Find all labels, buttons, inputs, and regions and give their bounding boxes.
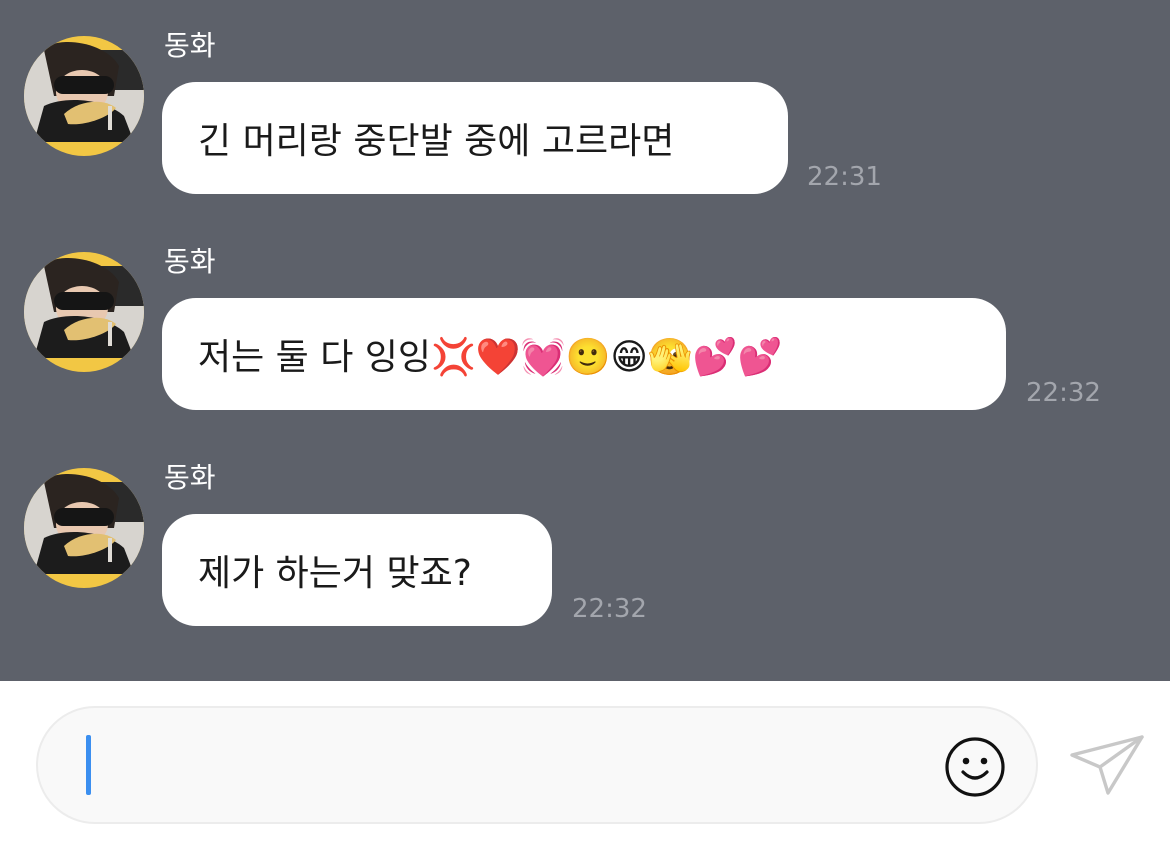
message-row: 동화 제가 하는거 맞죠? 22:32: [0, 460, 1170, 660]
message-timestamp: 22:32: [1026, 378, 1101, 408]
smiley-icon[interactable]: [944, 736, 1006, 798]
message-row: 동화 저는 둘 다 잉잉💢❤️💓🙂😁🫣💕💕 22:32: [0, 244, 1170, 444]
chat-area[interactable]: 동화 긴 머리랑 중단발 중에 고르라면 22:31 동화 저는 둘 다 잉잉💢…: [0, 0, 1170, 681]
message-timestamp: 22:31: [807, 162, 882, 192]
sender-name: 동화: [164, 461, 216, 494]
avatar[interactable]: [24, 36, 144, 156]
avatar[interactable]: [24, 468, 144, 588]
message-bubble[interactable]: 제가 하는거 맞죠?: [162, 514, 552, 626]
paper-plane-icon[interactable]: [1068, 733, 1146, 799]
message-row: 동화 긴 머리랑 중단발 중에 고르라면 22:31: [0, 28, 1170, 228]
message-composer: [0, 681, 1170, 850]
message-bubble[interactable]: 저는 둘 다 잉잉💢❤️💓🙂😁🫣💕💕: [162, 298, 1006, 410]
message-input-container[interactable]: [36, 706, 1038, 824]
message-bubble[interactable]: 긴 머리랑 중단발 중에 고르라면: [162, 82, 788, 194]
message-input[interactable]: [82, 736, 906, 798]
avatar[interactable]: [24, 252, 144, 372]
sender-name: 동화: [164, 245, 216, 278]
sender-name: 동화: [164, 29, 216, 62]
text-caret: [86, 735, 91, 795]
message-timestamp: 22:32: [572, 594, 647, 624]
